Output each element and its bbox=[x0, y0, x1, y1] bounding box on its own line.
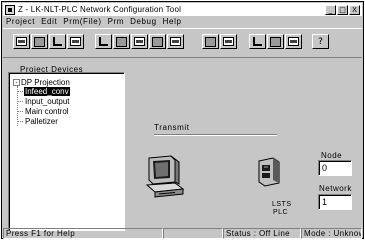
tree-item-palletizer[interactable]: Palletizer bbox=[17, 117, 59, 126]
toolbar: ? bbox=[3, 28, 362, 58]
open-icon[interactable] bbox=[13, 34, 30, 49]
map-icon[interactable] bbox=[131, 34, 148, 49]
tree-item-label: Infeed_conv bbox=[24, 87, 70, 96]
tree-item-label: Input_output bbox=[25, 97, 70, 106]
list-icon[interactable] bbox=[67, 34, 84, 49]
menu-project[interactable]: Project bbox=[6, 17, 35, 26]
menu-icon[interactable] bbox=[220, 34, 237, 49]
maximize-button[interactable]: □ bbox=[337, 4, 348, 15]
status-bar: Press F1 for Help Status : Off Line Mode… bbox=[3, 228, 362, 239]
info-icon[interactable] bbox=[95, 34, 112, 49]
upload-icon[interactable] bbox=[249, 34, 266, 49]
network-label: Network bbox=[319, 184, 352, 193]
tree-item-main-control[interactable]: Main control bbox=[17, 107, 70, 116]
status-help-text: Press F1 for Help bbox=[3, 228, 163, 239]
close-button[interactable]: X bbox=[349, 4, 360, 15]
collapse-icon[interactable]: - bbox=[13, 79, 20, 86]
transmit-label: Transmit bbox=[154, 123, 190, 132]
tree-item-input-output[interactable]: Input_output bbox=[17, 97, 70, 106]
app-icon[interactable] bbox=[5, 4, 15, 15]
config-icon[interactable] bbox=[267, 34, 284, 49]
app-window: Z - LK-NLT-PLC Network Configuration Too… bbox=[1, 1, 364, 239]
menu-debug[interactable]: Debug bbox=[130, 17, 157, 26]
status-mode: Mode : Unknown bbox=[301, 228, 362, 239]
status-spacer bbox=[163, 228, 223, 239]
chart-icon[interactable] bbox=[167, 34, 184, 49]
minimize-button[interactable]: _ bbox=[325, 4, 336, 15]
tree-item-label: Main control bbox=[25, 107, 69, 116]
tree-item-label: Palletizer bbox=[25, 117, 58, 126]
computer-icon[interactable] bbox=[145, 154, 185, 198]
network-field[interactable]: 1 bbox=[318, 194, 352, 210]
menu-bar: Project Edit Prm(File) Prm Debug Help bbox=[3, 16, 362, 27]
transmit-divider bbox=[154, 134, 277, 136]
plc-device-icon[interactable] bbox=[255, 155, 283, 189]
check-icon[interactable] bbox=[285, 34, 302, 49]
io-icon[interactable] bbox=[113, 34, 130, 49]
menu-help[interactable]: Help bbox=[163, 17, 182, 26]
title-bar: Z - LK-NLT-PLC Network Configuration Too… bbox=[3, 3, 362, 16]
project-tree[interactable]: - DP Projection Infeed_conv Input_output… bbox=[8, 72, 125, 231]
node-field[interactable]: 0 bbox=[318, 160, 352, 176]
tree-item-infeed-conv[interactable]: Infeed_conv bbox=[17, 87, 70, 96]
menu-prm-file[interactable]: Prm(File) bbox=[63, 17, 101, 26]
node-label: Node bbox=[321, 151, 343, 160]
plc-icon[interactable] bbox=[202, 34, 219, 49]
device-label-line2: PLC bbox=[273, 209, 289, 216]
print-icon[interactable] bbox=[31, 34, 48, 49]
help-icon[interactable]: ? bbox=[312, 34, 329, 49]
node-icon[interactable] bbox=[49, 34, 66, 49]
table-icon[interactable] bbox=[149, 34, 166, 49]
tree-root-label: DP Projection bbox=[21, 78, 70, 87]
window-title: Z - LK-NLT-PLC Network Configuration Too… bbox=[18, 5, 182, 14]
tree-root[interactable]: - DP Projection bbox=[13, 78, 70, 87]
menu-prm[interactable]: Prm bbox=[108, 17, 124, 26]
status-connection: Status : Off Line bbox=[223, 228, 301, 239]
menu-edit[interactable]: Edit bbox=[41, 17, 57, 26]
device-label-line1: LSTS bbox=[272, 201, 292, 208]
